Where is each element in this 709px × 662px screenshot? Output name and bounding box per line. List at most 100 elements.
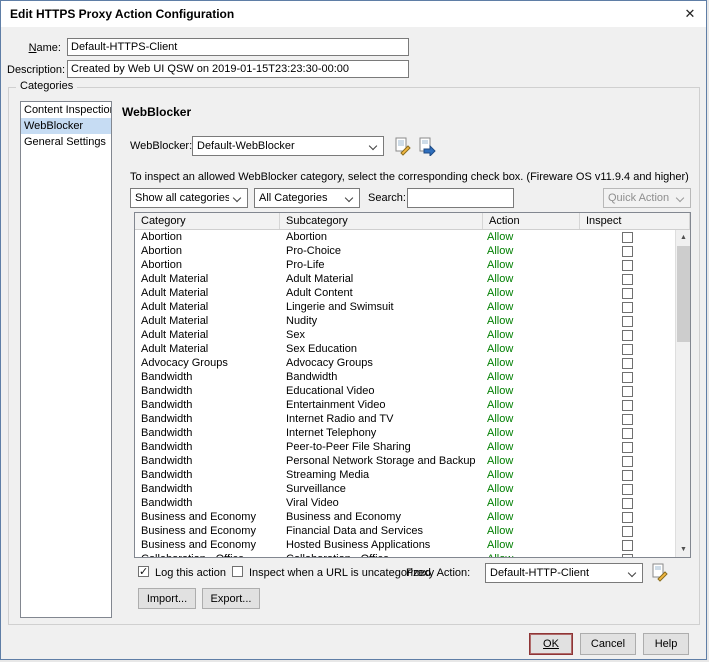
table-row[interactable]: Collaboration - OfficeCollaboration - Of… <box>135 552 675 557</box>
action-cell: Allow <box>487 441 514 453</box>
inspect-checkbox[interactable] <box>622 400 633 412</box>
close-icon[interactable]: ✕ <box>674 1 706 27</box>
table-row[interactable]: Adult Material Adult Content Allow <box>135 286 675 300</box>
help-button[interactable]: Help <box>643 633 689 655</box>
inspect-checkbox[interactable] <box>622 316 633 328</box>
name-field[interactable] <box>67 38 409 56</box>
page-arrow-icon <box>419 137 436 158</box>
table-scrollbar[interactable]: ▲ ▼ <box>675 230 690 557</box>
inspect-checkbox[interactable] <box>622 442 633 454</box>
category-filter-select[interactable]: Show all categories <box>130 188 248 208</box>
inspect-checkbox[interactable] <box>622 456 633 468</box>
table-row[interactable]: Bandwidth Viral Video Allow <box>135 496 675 510</box>
inspect-checkbox[interactable] <box>622 344 633 356</box>
inspect-checkbox[interactable] <box>622 512 633 524</box>
description-field[interactable] <box>67 60 409 78</box>
action-cell: Allow <box>483 552 580 557</box>
table-row[interactable]: Business and Economy Business and Economy… <box>135 510 675 524</box>
inspect-cell <box>580 244 675 258</box>
table-row[interactable]: Abortion Pro-Choice Allow <box>135 244 675 258</box>
inspect-checkbox[interactable] <box>622 540 633 552</box>
table-row[interactable]: Adult Material Lingerie and Swimsuit Allow <box>135 300 675 314</box>
sidebar-item-webblocker[interactable]: WebBlocker <box>21 118 111 134</box>
category-cell: Bandwidth <box>141 385 193 397</box>
inspect-checkbox[interactable] <box>622 526 633 538</box>
subcategory-filter-select[interactable]: All Categories <box>254 188 360 208</box>
edit-proxy-action-button[interactable] <box>650 563 669 582</box>
inspect-checkbox[interactable] <box>622 484 633 496</box>
inspect-checkbox[interactable] <box>622 232 633 244</box>
name-label: Name: <box>28 42 61 54</box>
table-row[interactable]: Advocacy Groups Advocacy Groups Allow <box>135 356 675 370</box>
category-cell: Advocacy Groups <box>141 357 228 369</box>
table-row[interactable]: Bandwidth Educational Video Allow <box>135 384 675 398</box>
scroll-down-icon[interactable]: ▼ <box>676 542 691 557</box>
inspect-checkbox[interactable] <box>622 498 633 510</box>
inspect-checkbox[interactable] <box>622 386 633 398</box>
ok-button[interactable]: OK <box>529 633 573 655</box>
column-header-inspect[interactable]: Inspect <box>580 213 690 229</box>
inspect-uncategorized-checkbox[interactable] <box>232 566 243 577</box>
table-row[interactable]: Abortion Pro-Life Allow <box>135 258 675 272</box>
inspect-cell <box>580 524 675 538</box>
table-row[interactable]: Bandwidth Streaming Media Allow <box>135 468 675 482</box>
inspect-checkbox[interactable] <box>622 372 633 384</box>
table-row[interactable]: Bandwidth Bandwidth Allow <box>135 370 675 384</box>
category-table-body: Abortion Abortion Allow Abortion Pro-Choice A… <box>135 230 675 557</box>
action-cell: Allow <box>487 301 514 313</box>
webblocker-profile-select[interactable]: Default-WebBlocker <box>192 136 384 156</box>
edit-webblocker-button[interactable] <box>393 137 412 156</box>
quick-action-select[interactable]: Quick Action <box>603 188 691 208</box>
inspect-cell <box>580 440 675 454</box>
sidebar-item-general-settings[interactable]: General Settings <box>21 134 111 150</box>
category-cell: Business and Economy <box>141 525 256 537</box>
inspect-checkbox[interactable] <box>622 330 633 342</box>
inspect-checkbox[interactable] <box>622 554 633 557</box>
search-input[interactable] <box>407 188 514 208</box>
inspect-checkbox[interactable] <box>622 260 633 272</box>
category-cell: Abortion <box>141 259 182 271</box>
column-header-category[interactable]: Category <box>135 213 280 229</box>
inspect-checkbox[interactable] <box>622 288 633 300</box>
inspect-cell <box>580 370 675 384</box>
table-row[interactable]: Bandwidth Internet Telephony Allow <box>135 426 675 440</box>
inspect-checkbox[interactable] <box>622 428 633 440</box>
inspect-cell <box>580 384 675 398</box>
table-row[interactable]: Bandwidth Surveillance Allow <box>135 482 675 496</box>
proxy-action-select[interactable]: Default-HTTP-Client <box>485 563 643 583</box>
category-cell: Bandwidth <box>141 469 193 481</box>
log-action-checkbox[interactable] <box>138 565 149 578</box>
inspect-checkbox[interactable] <box>622 246 633 258</box>
inspect-checkbox[interactable] <box>622 358 633 370</box>
table-row[interactable]: Adult Material Sex Allow <box>135 328 675 342</box>
table-row[interactable]: Bandwidth Entertainment Video Allow <box>135 398 675 412</box>
scrollbar-thumb[interactable] <box>677 246 690 342</box>
table-row[interactable]: Bandwidth Personal Network Storage and Ba… <box>135 454 675 468</box>
import-button[interactable]: Import... <box>138 588 196 609</box>
table-row[interactable]: Adult Material Sex Education Allow <box>135 342 675 356</box>
column-header-subcategory[interactable]: Subcategory <box>280 213 483 229</box>
column-header-action[interactable]: Action <box>483 213 580 229</box>
category-filter-value: Show all categories <box>135 192 229 204</box>
ok-button-label: OK <box>543 638 559 650</box>
table-row[interactable]: Business and Economy Financial Data and S… <box>135 524 675 538</box>
table-row[interactable]: Bandwidth Internet Radio and TV Allow <box>135 412 675 426</box>
table-row[interactable]: Business and Economy Hosted Business Appl… <box>135 538 675 552</box>
subcategory-cell: Business and Economy <box>286 511 401 523</box>
inspect-checkbox[interactable] <box>622 414 633 426</box>
inspect-checkbox[interactable] <box>622 470 633 482</box>
inspect-checkbox[interactable] <box>622 302 633 314</box>
category-cell: Bandwidth <box>141 371 193 383</box>
table-row[interactable]: Adult Material Adult Material Allow <box>135 272 675 286</box>
inspect-checkbox[interactable] <box>622 274 633 286</box>
cancel-button[interactable]: Cancel <box>580 633 636 655</box>
table-row[interactable]: Bandwidth Peer-to-Peer File Sharing Allow <box>135 440 675 454</box>
scroll-up-icon[interactable]: ▲ <box>676 230 691 245</box>
table-row[interactable]: Abortion Abortion Allow <box>135 230 675 244</box>
view-webblocker-button[interactable] <box>417 137 436 158</box>
sidebar-item-content-inspection[interactable]: Content Inspection <box>21 102 111 118</box>
inspect-cell <box>580 538 675 552</box>
table-row[interactable]: Adult Material Nudity Allow <box>135 314 675 328</box>
export-button[interactable]: Export... <box>202 588 260 609</box>
action-cell: Allow <box>487 357 514 369</box>
